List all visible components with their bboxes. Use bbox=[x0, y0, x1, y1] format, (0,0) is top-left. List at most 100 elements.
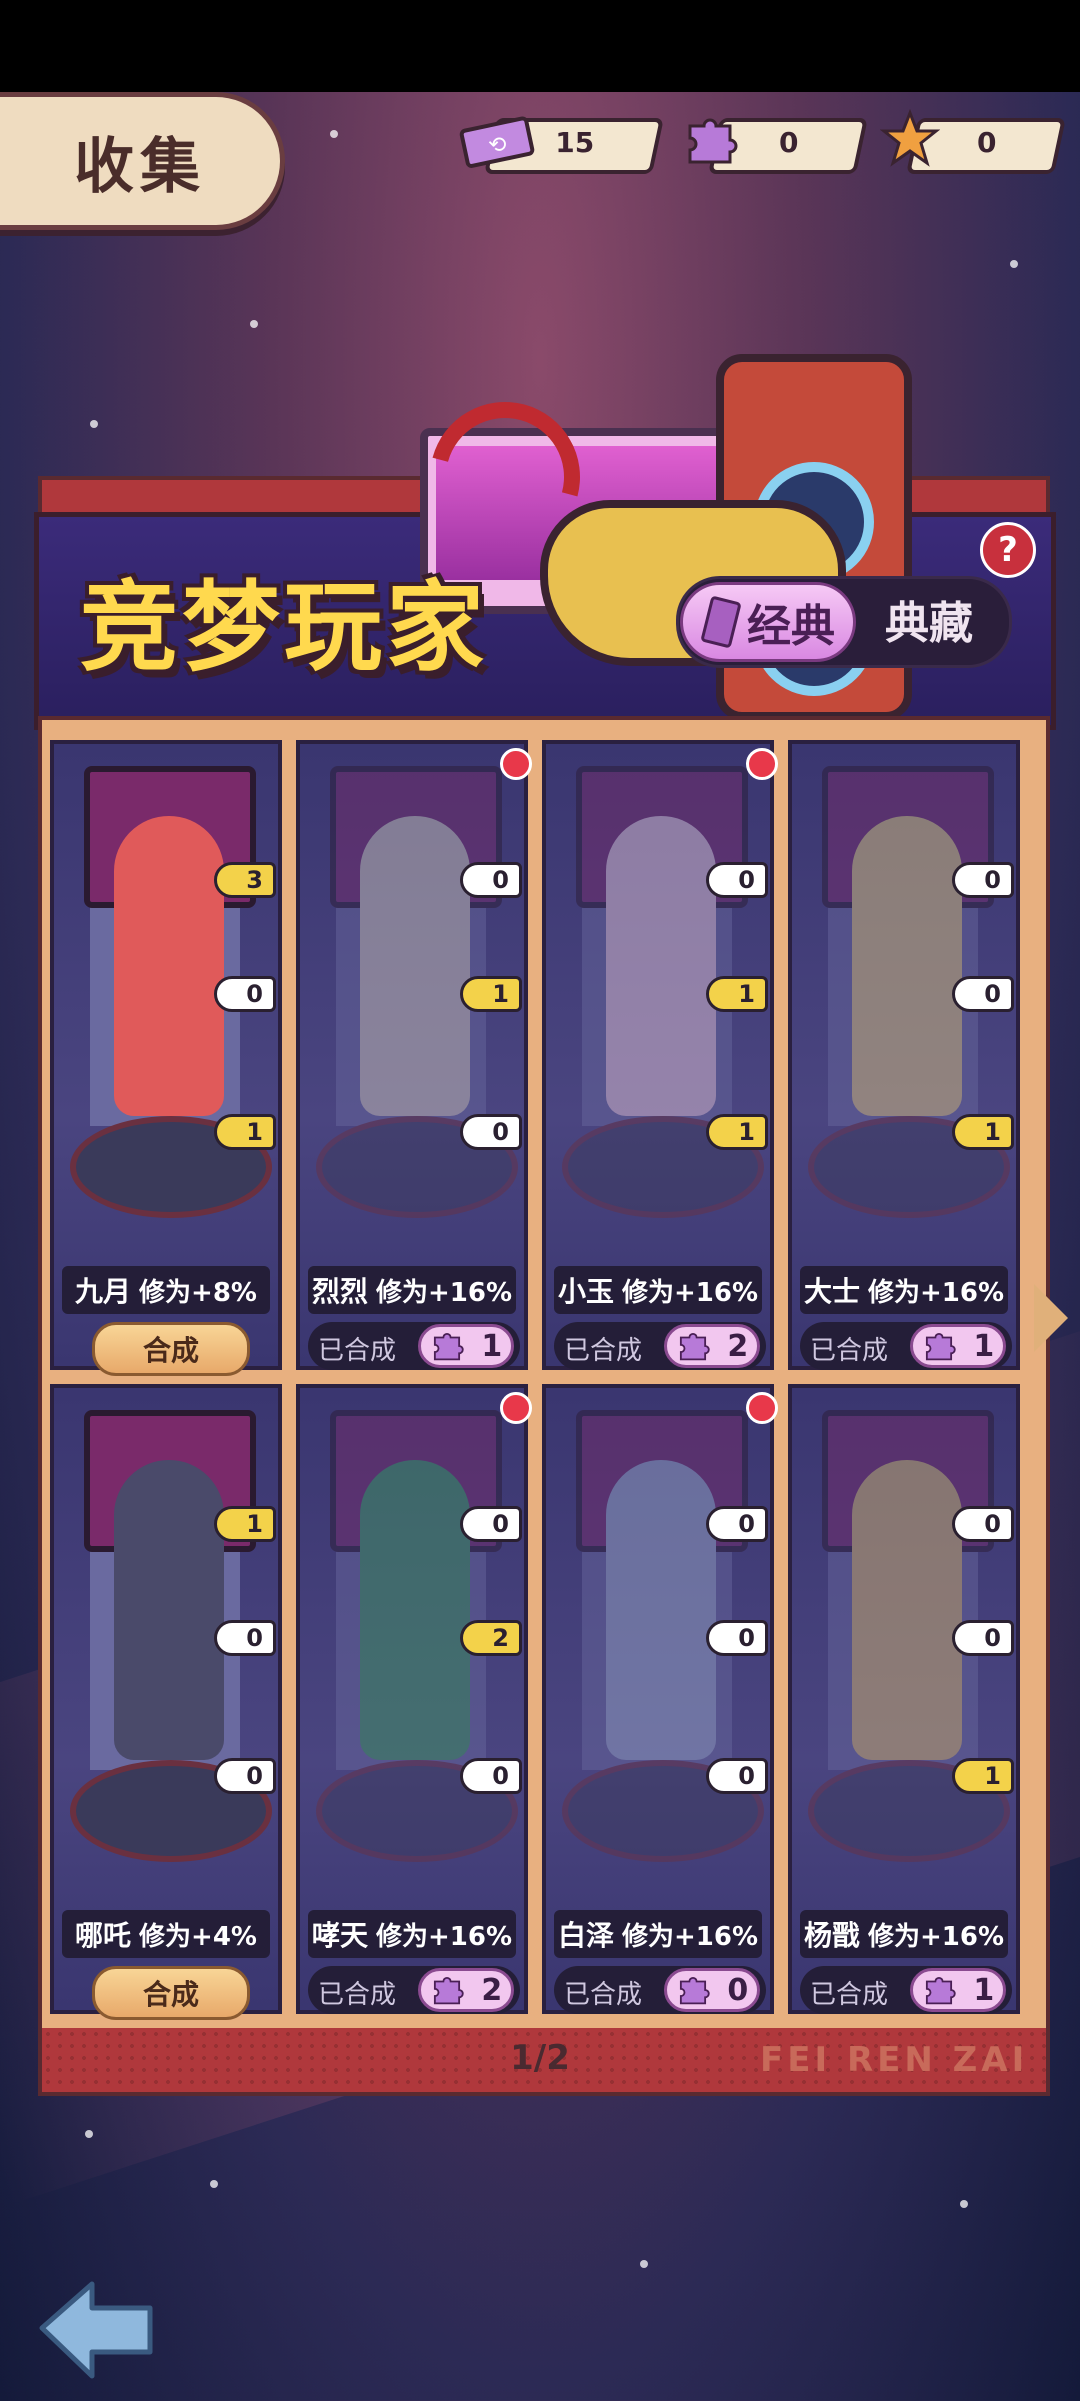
synthesized-label: 已合成 bbox=[564, 1336, 643, 1366]
synthesized-label: 已合成 bbox=[564, 1980, 643, 2010]
synthesize-button[interactable]: 合成 bbox=[92, 1966, 250, 2020]
part-count-badge: 0 bbox=[706, 1506, 768, 1542]
synthesized-status: 已合成 2 bbox=[308, 1966, 520, 2014]
banner-title: 竞梦玩家 bbox=[80, 571, 489, 685]
synthesized-label: 已合成 bbox=[810, 1980, 889, 2010]
character-card[interactable]: 0 1 0 烈烈 修为+16% 已合成 1 bbox=[296, 740, 532, 1370]
synthesized-status: 已合成 0 bbox=[554, 1966, 766, 2014]
character-name: 杨戬 bbox=[803, 1919, 860, 1952]
character-info: 哮天 修为+16% bbox=[308, 1910, 516, 1958]
tab-collection[interactable]: 典藏 bbox=[864, 582, 994, 656]
next-page-arrow-icon[interactable] bbox=[1034, 1284, 1068, 1352]
character-name: 哪吒 bbox=[75, 1919, 132, 1952]
character-info: 白泽 修为+16% bbox=[554, 1910, 762, 1958]
fragment-count-value: 0 bbox=[727, 1972, 749, 2008]
character-card[interactable]: 0 0 1 杨戬 修为+16% 已合成 1 bbox=[788, 1384, 1020, 2014]
part-count-badge: 0 bbox=[706, 1758, 768, 1794]
fragment-count-value: 1 bbox=[973, 1972, 995, 2008]
part-count-badge: 0 bbox=[706, 1620, 768, 1656]
part-count-badge: 0 bbox=[214, 1620, 276, 1656]
character-info: 杨戬 修为+16% bbox=[800, 1910, 1008, 1958]
character-card[interactable]: 0 0 0 白泽 修为+16% 已合成 0 bbox=[542, 1384, 778, 2014]
synthesized-status: 已合成 2 bbox=[554, 1322, 766, 1370]
ticket-icon: ⟲ bbox=[458, 110, 538, 174]
fragment-count[interactable]: 0 bbox=[664, 1968, 760, 2012]
character-figure bbox=[852, 816, 962, 1116]
character-bonus: 修为+8% bbox=[139, 1277, 257, 1308]
part-count-badge: 0 bbox=[214, 976, 276, 1012]
character-figure bbox=[114, 1460, 224, 1760]
puzzle-piece-icon bbox=[679, 1332, 710, 1361]
part-count-badge: 0 bbox=[706, 862, 768, 898]
synthesized-label: 已合成 bbox=[318, 1980, 397, 2010]
fragment-count[interactable]: 2 bbox=[418, 1968, 514, 2012]
fragment-count[interactable]: 1 bbox=[910, 1324, 1006, 1368]
puzzle-piece-icon bbox=[680, 108, 740, 172]
character-bonus: 修为+16% bbox=[375, 1921, 513, 1952]
character-name: 九月 bbox=[75, 1275, 132, 1308]
character-bonus: 修为+16% bbox=[621, 1921, 759, 1952]
part-count-badge: 2 bbox=[460, 1620, 522, 1656]
character-card[interactable]: 3 0 1 九月 修为+8% 合成 bbox=[50, 740, 282, 1376]
sparkle bbox=[960, 2200, 968, 2208]
fragment-count[interactable]: 1 bbox=[910, 1968, 1006, 2012]
tab-classic[interactable]: 经典 bbox=[680, 582, 856, 662]
character-name: 白泽 bbox=[557, 1919, 614, 1952]
sparkle bbox=[90, 420, 98, 428]
character-name: 大士 bbox=[803, 1275, 860, 1308]
synthesized-status: 已合成 1 bbox=[800, 1966, 1012, 2014]
part-count-badge: 1 bbox=[460, 976, 522, 1012]
fragment-count[interactable]: 2 bbox=[664, 1324, 760, 1368]
part-count-badge: 0 bbox=[460, 862, 522, 898]
synthesized-label: 已合成 bbox=[318, 1336, 397, 1366]
part-count-badge: 3 bbox=[214, 862, 276, 898]
part-count-badge: 0 bbox=[214, 1758, 276, 1794]
character-figure bbox=[114, 816, 224, 1116]
character-bonus: 修为+4% bbox=[139, 1921, 257, 1952]
watermark: FEI REN ZAI bbox=[760, 2040, 1029, 2080]
part-count-badge: 0 bbox=[952, 862, 1014, 898]
sparkle bbox=[330, 130, 338, 138]
puzzle-piece-icon bbox=[925, 1976, 956, 2005]
synthesize-button[interactable]: 合成 bbox=[92, 1322, 250, 1376]
synthesized-label: 已合成 bbox=[810, 1336, 889, 1366]
part-count-badge: 1 bbox=[952, 1114, 1014, 1150]
part-count-badge: 0 bbox=[460, 1114, 522, 1150]
character-name: 哮天 bbox=[311, 1919, 368, 1952]
help-button[interactable]: ? bbox=[980, 522, 1036, 578]
character-figure bbox=[360, 1460, 470, 1760]
part-count-badge: 1 bbox=[952, 1758, 1014, 1794]
puzzle-piece-icon bbox=[925, 1332, 956, 1361]
character-figure bbox=[360, 816, 470, 1116]
synthesized-status: 已合成 1 bbox=[308, 1322, 520, 1370]
sparkle bbox=[210, 2180, 218, 2188]
character-card[interactable]: 0 1 1 小玉 修为+16% 已合成 2 bbox=[542, 740, 778, 1370]
part-count-badge: 0 bbox=[952, 1506, 1014, 1542]
character-info: 大士 修为+16% bbox=[800, 1266, 1008, 1314]
back-button[interactable] bbox=[34, 2270, 164, 2390]
character-bonus: 修为+16% bbox=[867, 1277, 1005, 1308]
character-info: 烈烈 修为+16% bbox=[308, 1266, 516, 1314]
page-title-tab: 收集 bbox=[0, 92, 285, 230]
part-count-badge: 1 bbox=[706, 1114, 768, 1150]
tab-classic-label: 经典 bbox=[747, 601, 835, 652]
back-arrow-icon bbox=[39, 2281, 153, 2379]
character-bonus: 修为+16% bbox=[375, 1277, 513, 1308]
sparkle bbox=[640, 2260, 648, 2268]
part-count-badge: 0 bbox=[460, 1506, 522, 1542]
part-count-badge: 1 bbox=[214, 1506, 276, 1542]
part-count-badge: 0 bbox=[952, 1620, 1014, 1656]
page-indicator: 1/2 bbox=[510, 2038, 570, 2078]
character-card[interactable]: 1 0 0 哪吒 修为+4% 合成 bbox=[50, 1384, 282, 2020]
synthesized-status: 已合成 1 bbox=[800, 1322, 1012, 1370]
puzzle-piece-icon bbox=[433, 1976, 464, 2005]
part-count-badge: 0 bbox=[952, 976, 1014, 1012]
part-count-badge: 1 bbox=[214, 1114, 276, 1150]
character-card[interactable]: 0 0 1 大士 修为+16% 已合成 1 bbox=[788, 740, 1020, 1370]
fragment-count-value: 1 bbox=[973, 1328, 995, 1364]
notification-dot bbox=[500, 748, 532, 780]
fragment-count[interactable]: 1 bbox=[418, 1324, 514, 1368]
svg-text:⟲: ⟲ bbox=[488, 133, 506, 158]
character-card[interactable]: 0 2 0 哮天 修为+16% 已合成 2 bbox=[296, 1384, 532, 2014]
character-bonus: 修为+16% bbox=[621, 1277, 759, 1308]
